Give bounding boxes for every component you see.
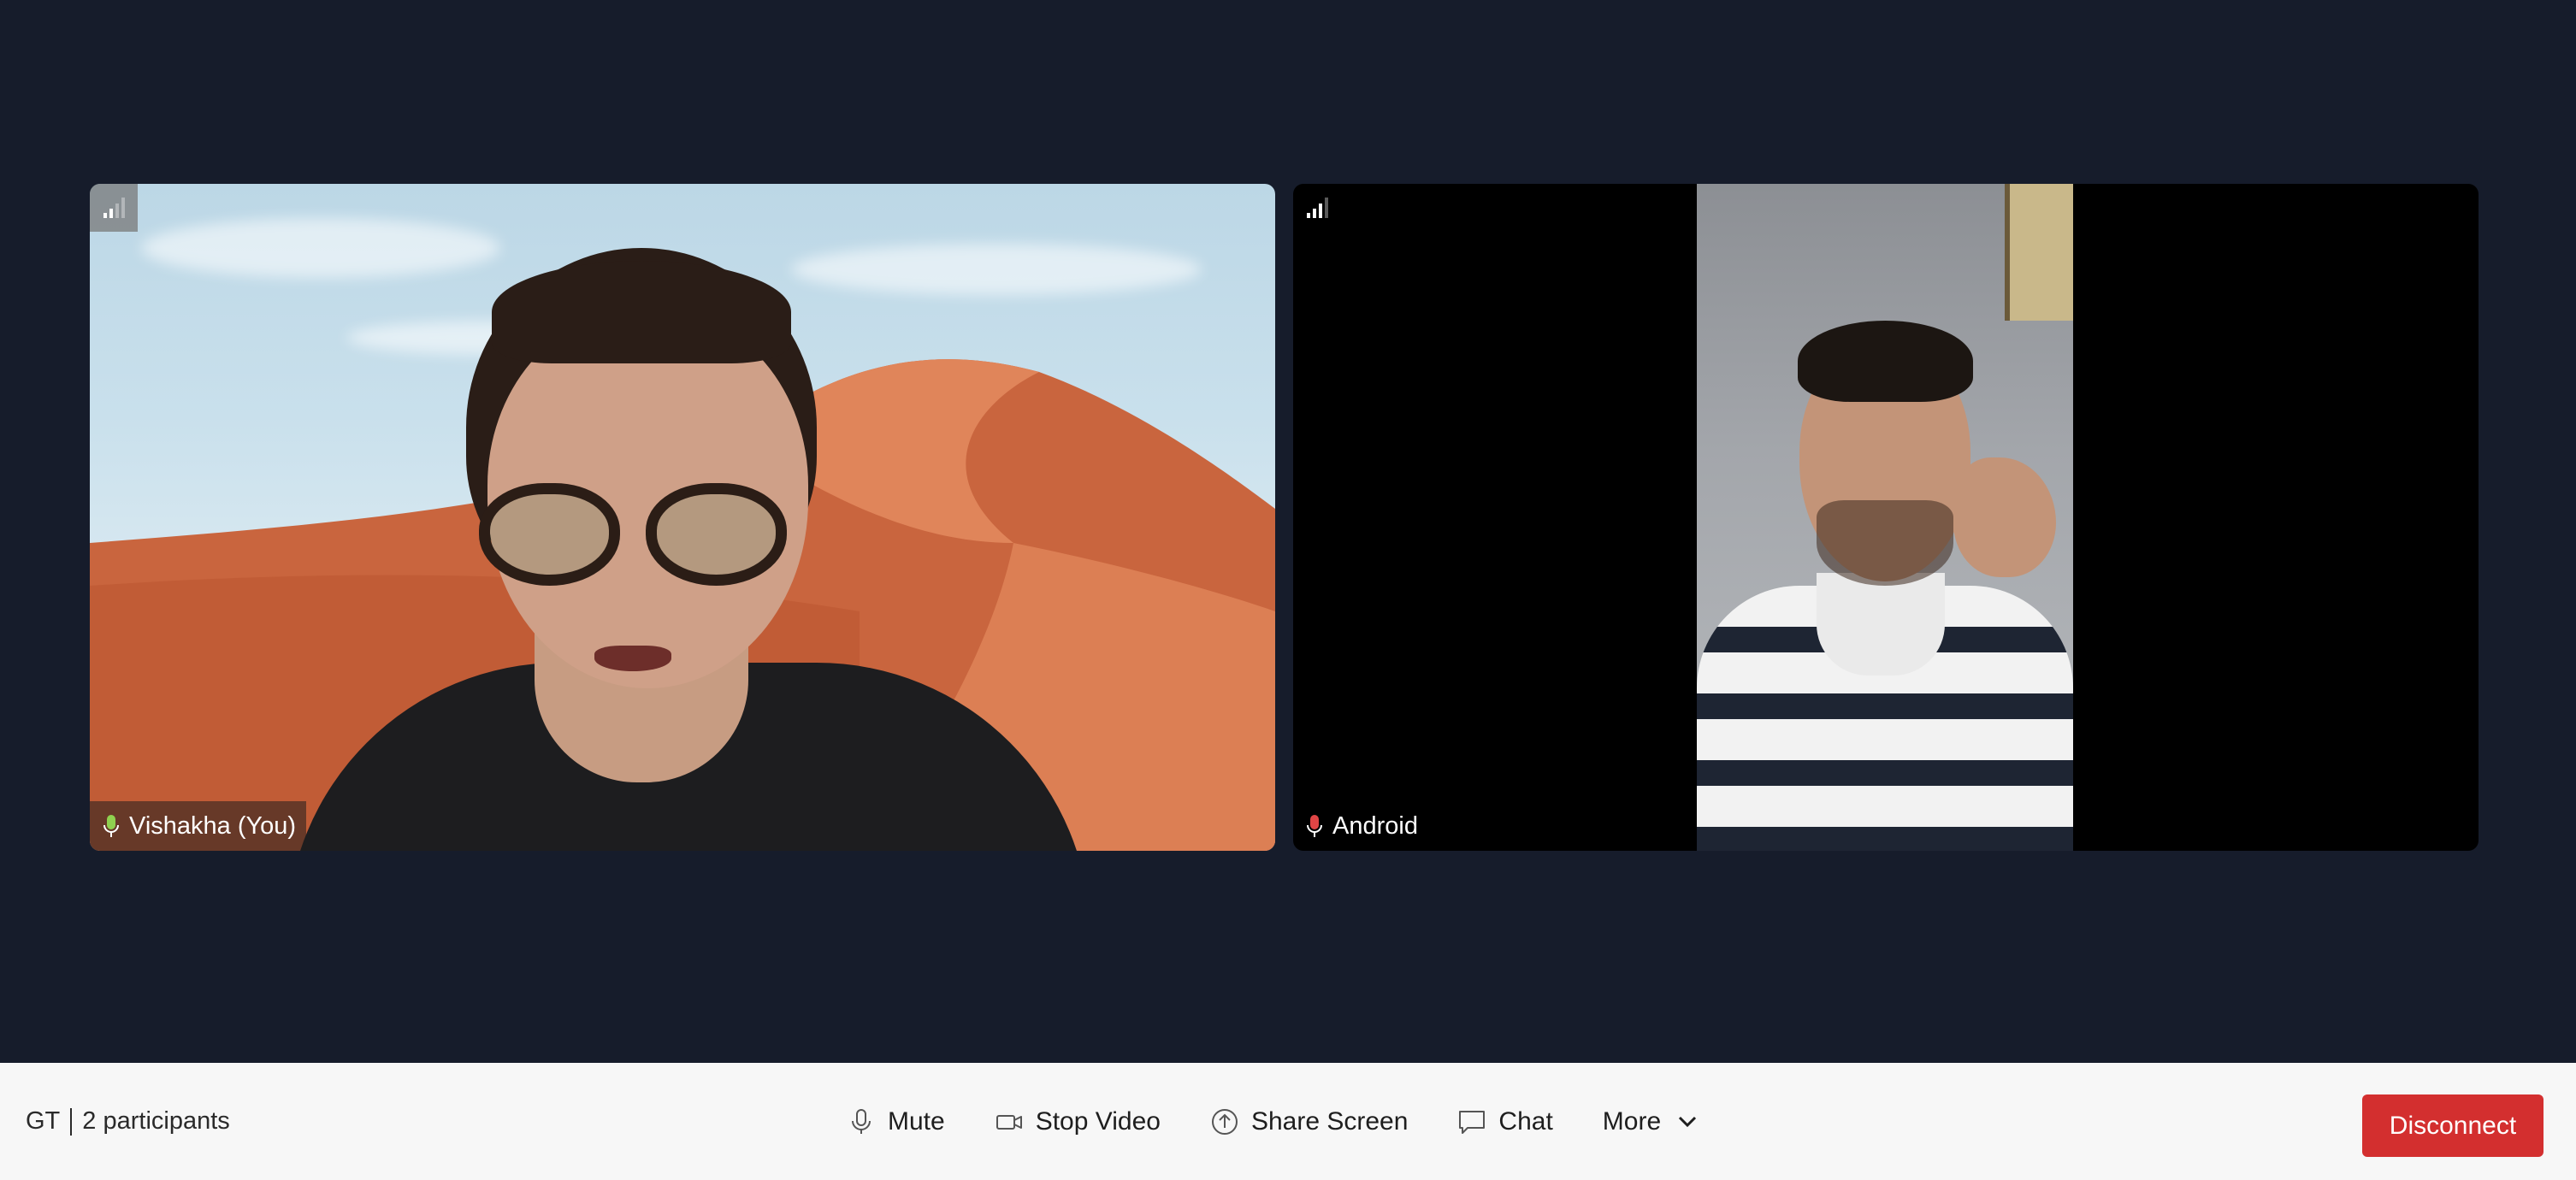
participant-name-tag: Android: [1293, 801, 1428, 851]
chat-label: Chat: [1498, 1106, 1553, 1136]
bottom-toolbar: GT 2 participants Mute Stop Video Share …: [0, 1063, 2576, 1180]
more-label: More: [1602, 1106, 1662, 1136]
share-screen-button[interactable]: Share Screen: [1210, 1107, 1408, 1136]
meeting-info: GT 2 participants: [26, 1063, 230, 1180]
chat-button[interactable]: Chat: [1457, 1106, 1553, 1136]
mute-button[interactable]: Mute: [847, 1107, 945, 1136]
share-upload-icon: [1211, 1108, 1238, 1135]
participant-name-tag: Vishakha (You): [90, 801, 307, 851]
chat-bubble-icon: [1459, 1110, 1486, 1134]
divider: [70, 1107, 73, 1136]
call-controls: Mute Stop Video Share Screen Chat More: [847, 1063, 1702, 1180]
microphone-icon: [852, 1108, 871, 1134]
participants-count: 2 participants: [82, 1107, 230, 1135]
microphone-icon: [1307, 815, 1322, 837]
microphone-icon: [103, 815, 119, 837]
mute-label: Mute: [888, 1106, 945, 1136]
participant-name: Android: [1332, 811, 1418, 840]
video-camera-icon: [996, 1114, 1022, 1130]
participant-tile-remote[interactable]: Android: [1293, 184, 2479, 851]
video-stage: Vishakha (You) Android: [0, 0, 2576, 1063]
participant-name: Vishakha (You): [129, 811, 297, 840]
more-menu-button[interactable]: More: [1603, 1107, 1702, 1136]
signal-strength-icon: [90, 184, 138, 232]
signal-strength-icon: [1293, 184, 1341, 232]
meeting-code: GT: [26, 1107, 61, 1135]
disconnect-button[interactable]: Disconnect: [2362, 1094, 2544, 1157]
stop-video-button[interactable]: Stop Video: [995, 1107, 1161, 1136]
chevron-down-icon: [1679, 1116, 1697, 1127]
video-feed-local: [90, 184, 1275, 851]
video-feed-remote: [1697, 184, 2073, 851]
share-screen-label: Share Screen: [1250, 1106, 1409, 1136]
participant-tile-local[interactable]: Vishakha (You): [90, 184, 1275, 851]
stop-video-label: Stop Video: [1035, 1106, 1161, 1136]
